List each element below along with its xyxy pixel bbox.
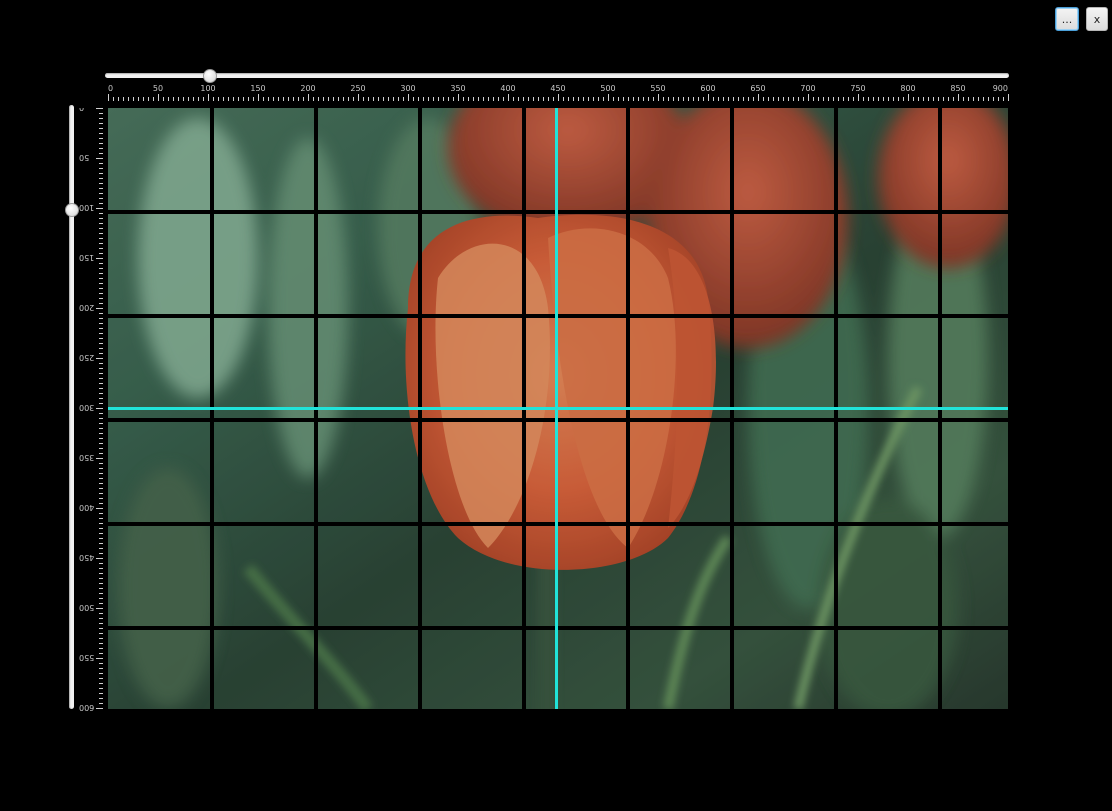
horizontal-slider[interactable] bbox=[105, 69, 1009, 83]
grid-line-horizontal bbox=[108, 522, 1008, 526]
left-ruler-label: 500 bbox=[79, 603, 94, 612]
top-ruler-label: 400 bbox=[500, 84, 515, 93]
top-ruler-label: 500 bbox=[600, 84, 615, 93]
left-ruler-label: 0 bbox=[79, 108, 84, 112]
top-ruler-label: 900 bbox=[993, 84, 1008, 93]
top-ruler-label: 350 bbox=[450, 84, 465, 93]
top-ruler: 0 50 100 150 200 250 300 350 400 450 500 550 600 650 7… bbox=[108, 82, 1009, 102]
left-ruler-label: 400 bbox=[79, 503, 94, 512]
left-ruler-label: 450 bbox=[79, 553, 94, 562]
left-ruler-label: 100 bbox=[79, 203, 94, 212]
top-ruler-label: 200 bbox=[300, 84, 315, 93]
top-ruler-scale: 0 50 100 150 200 250 300 350 400 450 500 550 600 650 7… bbox=[108, 84, 1009, 101]
crosshair-horizontal-line bbox=[108, 407, 1008, 410]
horizontal-slider-track[interactable] bbox=[105, 73, 1009, 78]
more-options-label: ... bbox=[1061, 12, 1073, 26]
grid-line-horizontal bbox=[108, 210, 1008, 214]
horizontal-slider-thumb[interactable] bbox=[203, 69, 217, 83]
tulip-photo[interactable] bbox=[108, 108, 1008, 709]
app-window: ... x 0 50 100 150 200 250 300 350 400 450 500 550 6… bbox=[0, 0, 1112, 811]
left-ruler-label: 350 bbox=[79, 453, 94, 462]
left-ruler-label: 550 bbox=[79, 653, 94, 662]
left-ruler-label: 50 bbox=[79, 153, 89, 162]
grid-line-horizontal bbox=[108, 314, 1008, 318]
top-ruler-label: 450 bbox=[550, 84, 565, 93]
top-ruler-label: 300 bbox=[400, 84, 415, 93]
grid-line-horizontal bbox=[108, 626, 1008, 630]
top-ruler-label: 100 bbox=[200, 84, 215, 93]
top-ruler-label: 250 bbox=[350, 84, 365, 93]
top-ruler-label: 150 bbox=[250, 84, 265, 93]
left-ruler-label: 600 bbox=[79, 703, 94, 712]
top-ruler-label: 600 bbox=[700, 84, 715, 93]
left-ruler-scale: 0 50 100 150 200 250 300 350 400 450 500 550 600 bbox=[79, 103, 103, 712]
top-ruler-label: 800 bbox=[900, 84, 915, 93]
top-ruler-label: 750 bbox=[850, 84, 865, 93]
left-ruler-label: 150 bbox=[79, 253, 94, 262]
left-ruler: 0 50 100 150 200 250 300 350 400 450 500 550 600 bbox=[74, 103, 104, 712]
grid-line-horizontal bbox=[108, 418, 1008, 422]
left-ruler-label: 300 bbox=[79, 403, 94, 412]
top-ruler-label: 50 bbox=[153, 84, 163, 93]
left-ruler-label: 200 bbox=[79, 303, 94, 312]
top-ruler-label: 850 bbox=[950, 84, 965, 93]
left-ruler-label: 250 bbox=[79, 353, 94, 362]
top-ruler-label: 700 bbox=[800, 84, 815, 93]
top-ruler-label: 650 bbox=[750, 84, 765, 93]
top-ruler-label: 550 bbox=[650, 84, 665, 93]
close-button[interactable]: x bbox=[1086, 7, 1108, 31]
more-options-button[interactable]: ... bbox=[1055, 7, 1079, 31]
top-ruler-label: 0 bbox=[108, 84, 113, 93]
close-label: x bbox=[1093, 12, 1101, 26]
